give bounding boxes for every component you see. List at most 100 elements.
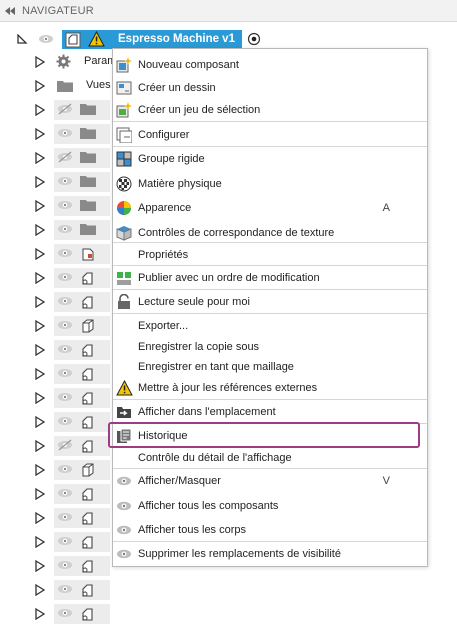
eye-icon[interactable]	[57, 415, 73, 427]
menu-item-label: Configurer	[138, 129, 190, 141]
eye-icon[interactable]	[57, 127, 73, 139]
menu-item-6[interactable]: Apparence A	[113, 198, 427, 220]
menu-item-8[interactable]: Propriétés	[113, 245, 427, 267]
expand-right-icon[interactable]	[35, 320, 45, 332]
menu-item-9[interactable]: Publier avec un ordre de modification	[113, 268, 427, 290]
menu-item-18[interactable]: Afficher/Masquer V	[113, 471, 427, 493]
menu-item-label: Matière physique	[138, 178, 222, 190]
folder-icon	[80, 104, 96, 115]
component-icon	[82, 512, 93, 525]
menu-item-label: Lecture seule pour moi	[138, 296, 250, 308]
menu-item-1[interactable]: Créer un dessin	[113, 78, 427, 100]
menu-item-20[interactable]: Afficher tous les corps	[113, 520, 427, 542]
component-icon	[82, 392, 93, 405]
eye-icon[interactable]	[57, 511, 73, 523]
tree-row[interactable]	[0, 578, 457, 602]
menu-item-10[interactable]: Lecture seule pour moi	[113, 292, 427, 314]
expand-right-icon[interactable]	[35, 512, 45, 524]
expand-right-icon[interactable]	[35, 56, 45, 68]
eye-hidden-icon[interactable]	[57, 103, 73, 115]
texture-map-icon	[116, 225, 132, 241]
menu-item-label: Nouveau composant	[138, 59, 239, 71]
eye-icon[interactable]	[57, 535, 73, 547]
eye-icon[interactable]	[57, 175, 73, 187]
eye-hidden-icon[interactable]	[57, 439, 73, 451]
menu-item-0[interactable]: Nouveau composant	[113, 55, 427, 77]
eye-icon[interactable]	[57, 559, 73, 571]
eye-icon[interactable]	[57, 391, 73, 403]
eye-icon	[116, 473, 132, 489]
expand-right-icon[interactable]	[35, 440, 45, 452]
eye-icon[interactable]	[57, 319, 73, 331]
component-icon	[82, 368, 93, 381]
menu-item-4[interactable]: Groupe rigide	[113, 149, 427, 171]
expand-right-icon[interactable]	[35, 272, 45, 284]
expand-right-icon[interactable]	[35, 104, 45, 116]
eye-icon[interactable]	[57, 223, 73, 235]
physical-material-icon	[116, 176, 132, 192]
eye-icon[interactable]	[57, 367, 73, 379]
menu-item-2[interactable]: Créer un jeu de sélection	[113, 100, 427, 122]
menu-item-5[interactable]: Matière physique	[113, 174, 427, 196]
expand-right-icon[interactable]	[35, 152, 45, 164]
expand-right-icon[interactable]	[35, 296, 45, 308]
body-icon	[82, 463, 94, 477]
expand-right-icon[interactable]	[35, 536, 45, 548]
menu-separator	[113, 468, 427, 469]
menu-item-label: Afficher dans l'emplacement	[138, 406, 276, 418]
expand-right-icon[interactable]	[35, 128, 45, 140]
tree-label-views: Vues	[86, 79, 111, 91]
menu-item-17[interactable]: Contrôle du détail de l'affichage	[113, 448, 427, 470]
menu-item-11[interactable]: Exporter...	[113, 316, 427, 338]
folder-icon	[80, 200, 96, 211]
historique-highlight	[108, 422, 420, 448]
menu-item-12[interactable]: Enregistrer la copie sous	[113, 337, 427, 359]
eye-icon[interactable]	[57, 607, 73, 619]
context-menu: Nouveau composant Créer un dessin Créer un…	[112, 48, 428, 567]
menu-item-label: Contrôles de correspondance de texture	[138, 227, 335, 239]
menu-item-21[interactable]: Supprimer les remplacements de visibilit…	[113, 544, 427, 566]
expand-right-icon[interactable]	[35, 368, 45, 380]
eye-hidden-icon[interactable]	[57, 151, 73, 163]
component-icon	[82, 608, 93, 621]
expand-right-icon[interactable]	[35, 416, 45, 428]
menu-item-13[interactable]: Enregistrer en tant que maillage	[113, 357, 427, 379]
menu-item-label: Exporter...	[138, 320, 189, 332]
menu-item-3[interactable]: Configurer	[113, 125, 427, 147]
eye-icon[interactable]	[57, 583, 73, 595]
appearance-icon	[116, 200, 132, 216]
body-icon	[82, 319, 94, 333]
menu-separator	[113, 289, 427, 290]
eye-icon[interactable]	[57, 247, 73, 259]
eye-icon[interactable]	[57, 463, 73, 475]
expand-right-icon[interactable]	[35, 176, 45, 188]
expand-right-icon[interactable]	[35, 248, 45, 260]
eye-icon[interactable]	[57, 271, 73, 283]
expand-right-icon[interactable]	[35, 224, 45, 236]
eye-icon	[116, 498, 132, 514]
eye-icon[interactable]	[57, 295, 73, 307]
expand-right-icon[interactable]	[35, 80, 45, 92]
expand-right-icon[interactable]	[35, 200, 45, 212]
expand-right-icon[interactable]	[35, 392, 45, 404]
menu-separator	[113, 541, 427, 542]
browser-title: NAVIGATEUR	[22, 5, 94, 17]
eye-icon[interactable]	[57, 487, 73, 499]
tree-row[interactable]	[0, 602, 457, 626]
menu-item-shortcut: A	[382, 202, 390, 214]
menu-item-15[interactable]: Afficher dans l'emplacement	[113, 402, 427, 424]
eye-icon[interactable]	[57, 199, 73, 211]
publish-icon	[116, 270, 132, 286]
expand-right-icon[interactable]	[35, 344, 45, 356]
eye-icon[interactable]	[57, 343, 73, 355]
collapse-panel-icon[interactable]	[3, 4, 17, 18]
menu-item-14[interactable]: Mettre à jour les références externes	[113, 378, 427, 400]
menu-item-19[interactable]: Afficher tous les composants	[113, 496, 427, 518]
folder-icon	[80, 128, 96, 139]
expand-right-icon[interactable]	[35, 560, 45, 572]
expand-right-icon[interactable]	[35, 608, 45, 620]
expand-right-icon[interactable]	[35, 584, 45, 596]
expand-right-icon[interactable]	[35, 464, 45, 476]
folder-icon	[80, 152, 96, 163]
expand-right-icon[interactable]	[35, 488, 45, 500]
